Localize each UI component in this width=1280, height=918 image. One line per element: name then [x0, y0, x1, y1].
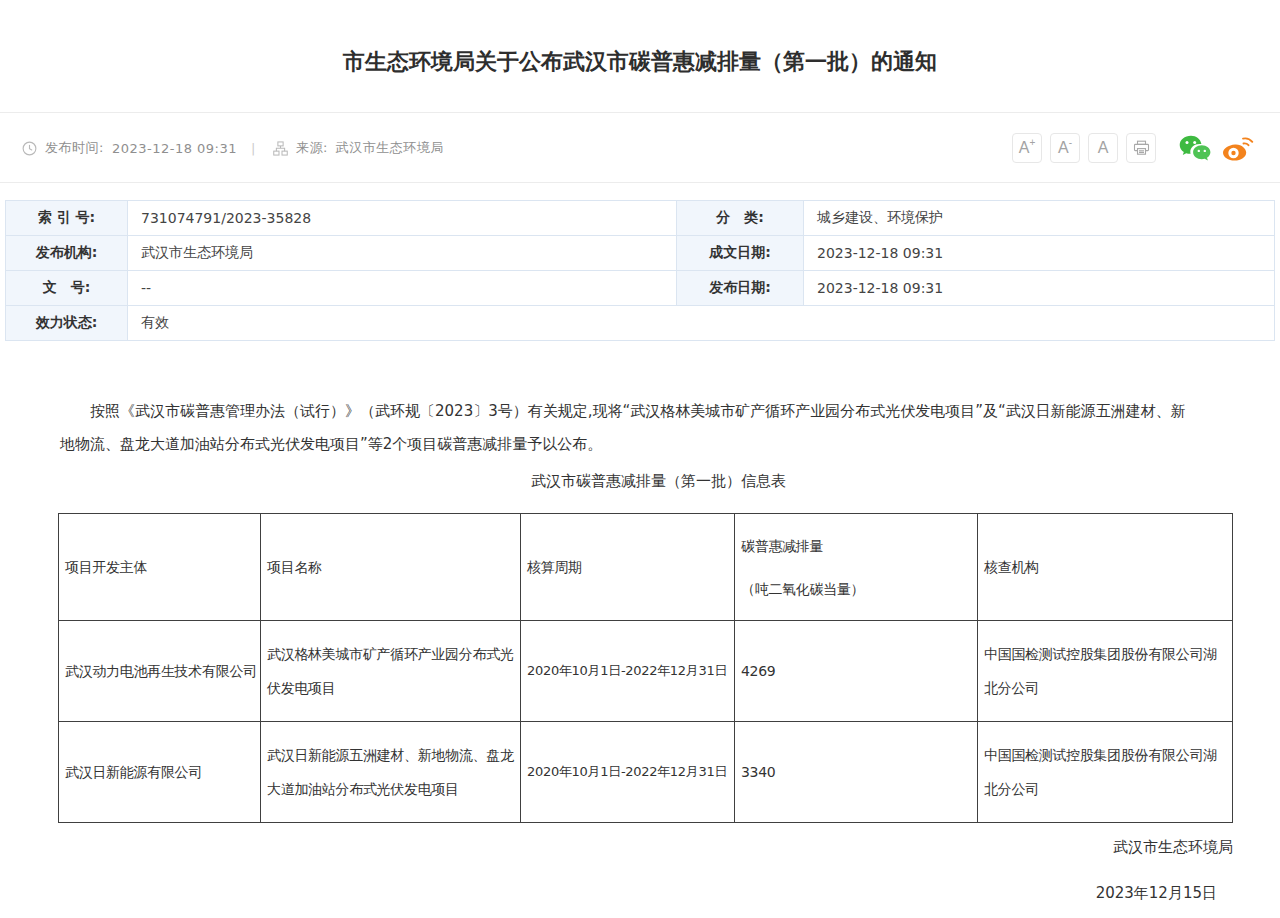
- table-row: 发布机构: 武汉市生态环境局 成文日期: 2023-12-18 09:31: [6, 236, 1275, 271]
- publish-time-label: 发布时间:: [45, 139, 104, 157]
- table-row: 效力状态: 有效: [6, 306, 1275, 341]
- written-date-value: 2023-12-18 09:31: [804, 236, 1275, 271]
- publish-date-label: 发布日期:: [677, 271, 804, 306]
- header-project: 项目名称: [261, 514, 521, 621]
- header-period: 核算周期: [521, 514, 735, 621]
- source-value: 武汉市生态环境局: [336, 139, 444, 157]
- emission-table: 项目开发主体 项目名称 核算周期 碳普惠减排量 （吨二氧化碳当量） 核查机构 武汉…: [58, 513, 1233, 823]
- document-info-table: 索 引 号: 731074791/2023-35828 分 类: 城乡建设、环境…: [5, 200, 1275, 341]
- font-decrease-sup: -: [1069, 138, 1072, 148]
- meta-info: 发布时间: 2023-12-18 09:31 | 来源: 武汉市生态环境局: [22, 139, 444, 157]
- font-increase-label: A: [1019, 139, 1030, 157]
- divider-top: [0, 112, 1280, 113]
- page: 市生态环境局关于公布武汉市碳普惠减排量（第一批）的通知 发布时间: 2023-1…: [0, 0, 1280, 918]
- amount-cell: 4269: [735, 621, 978, 722]
- header-amount-line1: 碳普惠减排量: [741, 529, 975, 563]
- signature: 武汉市生态环境局: [1113, 838, 1233, 857]
- index-number-value: 731074791/2023-35828: [128, 201, 677, 236]
- table-row: 武汉日新能源有限公司 武汉日新能源五洲建材、新地物流、盘龙大道加油站分布式光伏发…: [59, 722, 1233, 823]
- toolbar: A+ A- A: [1012, 133, 1255, 163]
- table-row: 武汉动力电池再生技术有限公司 武汉格林美城市矿产循环产业园分布式光伏发电项目 2…: [59, 621, 1233, 722]
- print-button[interactable]: [1126, 133, 1156, 163]
- period-cell: 2020年10月1日-2022年12月31日: [521, 621, 735, 722]
- header-amount: 碳普惠减排量 （吨二氧化碳当量）: [735, 514, 978, 621]
- meta-bar: 发布时间: 2023-12-18 09:31 | 来源: 武汉市生态环境局 A+…: [22, 132, 1255, 164]
- table-header-row: 项目开发主体 项目名称 核算周期 碳普惠减排量 （吨二氧化碳当量） 核查机构: [59, 514, 1233, 621]
- font-reset-button[interactable]: A: [1088, 133, 1118, 163]
- divider-meta: [0, 182, 1280, 183]
- header-verifier: 核查机构: [978, 514, 1233, 621]
- verifier-cell: 中国国检测试控股集团股份有限公司湖北分公司: [978, 621, 1233, 722]
- printer-icon: [1133, 140, 1150, 156]
- header-amount-line2: （吨二氧化碳当量）: [741, 572, 975, 606]
- font-increase-button[interactable]: A+: [1012, 133, 1042, 163]
- index-number-label: 索 引 号:: [6, 201, 128, 236]
- validity-value: 有效: [128, 306, 1275, 341]
- amount-cell: 3340: [735, 722, 978, 823]
- table-row: 索 引 号: 731074791/2023-35828 分 类: 城乡建设、环境…: [6, 201, 1275, 236]
- doc-number-label: 文 号:: [6, 271, 128, 306]
- period-cell: 2020年10月1日-2022年12月31日: [521, 722, 735, 823]
- wechat-icon: [1179, 135, 1211, 162]
- font-decrease-label: A: [1058, 139, 1069, 157]
- written-date-label: 成文日期:: [677, 236, 804, 271]
- article-paragraph: 按照《武汉市碳普惠管理办法（试行）》（武环规〔2023〕3号）有关规定,现将“武…: [60, 395, 1195, 461]
- doc-number-value: --: [128, 271, 677, 306]
- developer-cell: 武汉日新能源有限公司: [59, 722, 261, 823]
- category-label: 分 类:: [677, 201, 804, 236]
- validity-label: 效力状态:: [6, 306, 128, 341]
- font-reset-label: A: [1098, 139, 1109, 157]
- meta-separator: |: [251, 141, 256, 156]
- category-value: 城乡建设、环境保护: [804, 201, 1275, 236]
- source-label: 来源:: [296, 139, 328, 157]
- data-table-caption: 武汉市碳普惠减排量（第一批）信息表: [71, 472, 1246, 491]
- wechat-share-button[interactable]: [1179, 135, 1211, 162]
- issuing-agency-value: 武汉市生态环境局: [128, 236, 677, 271]
- weibo-share-button[interactable]: [1221, 134, 1255, 162]
- project-cell: 武汉日新能源五洲建材、新地物流、盘龙大道加油站分布式光伏发电项目: [261, 722, 521, 823]
- font-increase-sup: +: [1029, 138, 1035, 148]
- publish-time: 2023-12-18 09:31: [112, 141, 237, 156]
- weibo-icon: [1221, 134, 1255, 162]
- verifier-cell: 中国国检测试控股集团股份有限公司湖北分公司: [978, 722, 1233, 823]
- signature-date: 2023年12月15日: [1096, 884, 1217, 903]
- page-title: 市生态环境局关于公布武汉市碳普惠减排量（第一批）的通知: [0, 47, 1280, 77]
- issuing-agency-label: 发布机构:: [6, 236, 128, 271]
- table-row: 文 号: -- 发布日期: 2023-12-18 09:31: [6, 271, 1275, 306]
- developer-cell: 武汉动力电池再生技术有限公司: [59, 621, 261, 722]
- sitemap-icon: [273, 141, 288, 156]
- clock-icon: [22, 141, 37, 156]
- project-cell: 武汉格林美城市矿产循环产业园分布式光伏发电项目: [261, 621, 521, 722]
- publish-date-value: 2023-12-18 09:31: [804, 271, 1275, 306]
- font-decrease-button[interactable]: A-: [1050, 133, 1080, 163]
- header-developer: 项目开发主体: [59, 514, 261, 621]
